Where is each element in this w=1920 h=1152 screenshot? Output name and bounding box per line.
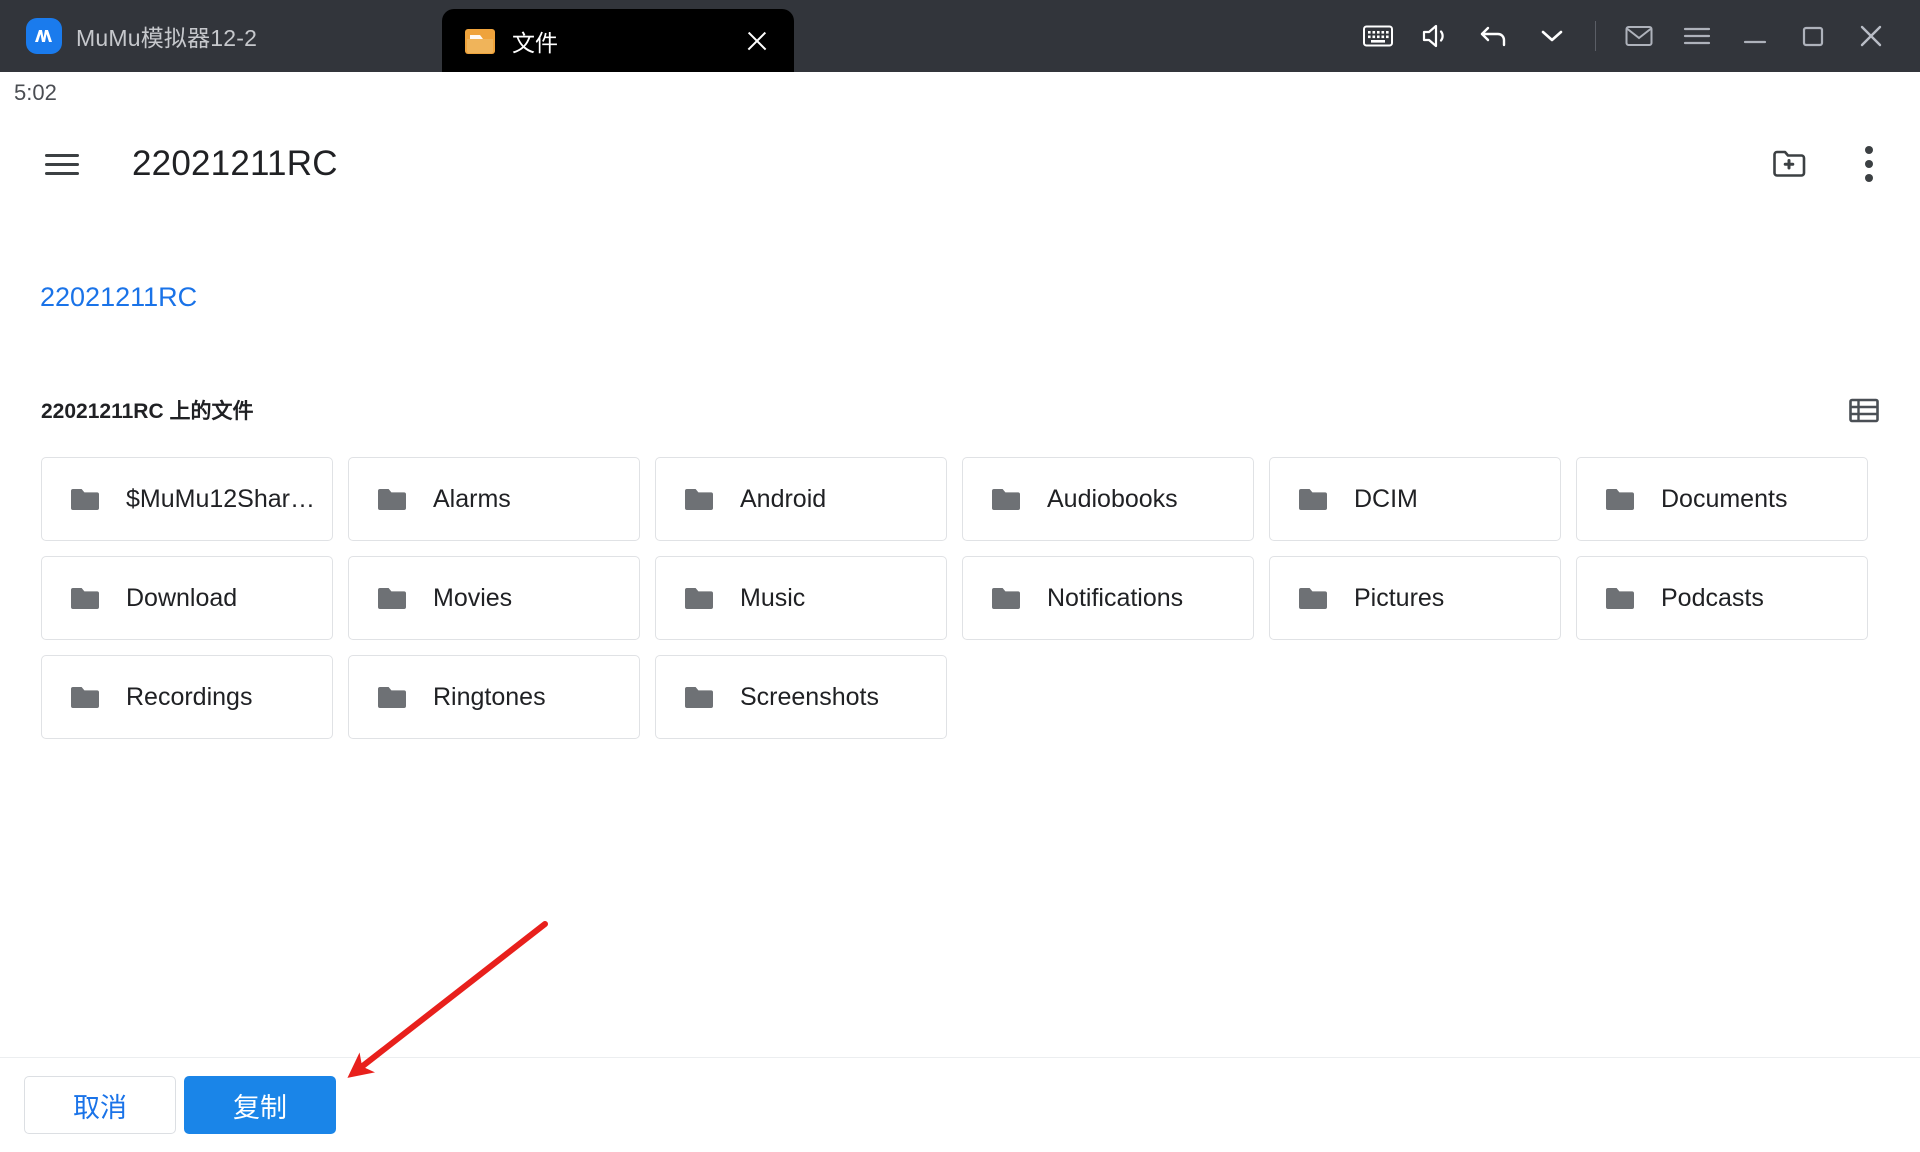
folder-icon bbox=[1605, 586, 1635, 611]
folder-card[interactable]: Android bbox=[655, 457, 947, 541]
folder-label: Documents bbox=[1661, 484, 1788, 513]
folder-icon bbox=[70, 685, 100, 710]
files-appbar: 22021211RC bbox=[0, 114, 1920, 214]
folder-label: Recordings bbox=[126, 682, 253, 711]
folder-label: Alarms bbox=[433, 484, 511, 513]
folder-add-icon[interactable] bbox=[1760, 135, 1818, 193]
folder-card[interactable]: DCIM bbox=[1269, 457, 1561, 541]
folder-icon bbox=[991, 487, 1021, 512]
folder-label: Audiobooks bbox=[1047, 484, 1178, 513]
screen-root: MuMu模拟器12-2 文件 5:02 22021211RC 22021211R… bbox=[0, 0, 1920, 1152]
page-title: 22021211RC bbox=[132, 144, 338, 183]
kebab-dots bbox=[1865, 140, 1873, 188]
folder-card[interactable]: $MuMu12Shar… bbox=[41, 457, 333, 541]
emulator-app-title: MuMu模拟器12-2 bbox=[76, 25, 258, 51]
android-screen: 5:02 22021211RC 22021211RC 22021211RC 上的… bbox=[0, 72, 1920, 1152]
folder-card[interactable]: Recordings bbox=[41, 655, 333, 739]
chevron-down-icon[interactable] bbox=[1523, 7, 1581, 65]
folder-label: Notifications bbox=[1047, 583, 1184, 612]
hamburger-menu-icon[interactable] bbox=[34, 136, 90, 192]
back-icon[interactable] bbox=[1465, 7, 1523, 65]
folder-label: Music bbox=[740, 583, 806, 612]
folder-label: Ringtones bbox=[433, 682, 546, 711]
bottom-action-bar: 取消 复制 bbox=[0, 1057, 1920, 1152]
folder-card[interactable]: Documents bbox=[1576, 457, 1868, 541]
section-header: 22021211RC 上的文件 bbox=[0, 390, 1920, 430]
appbar-actions bbox=[1760, 114, 1898, 214]
folder-icon bbox=[684, 685, 714, 710]
status-time: 5:02 bbox=[14, 80, 57, 105]
android-statusbar: 5:02 bbox=[0, 72, 1920, 114]
kebab-menu-icon[interactable] bbox=[1840, 135, 1898, 193]
folder-icon bbox=[377, 685, 407, 710]
list-view-icon[interactable] bbox=[1844, 390, 1884, 430]
folder-card[interactable]: Screenshots bbox=[655, 655, 947, 739]
mail-icon[interactable] bbox=[1610, 7, 1668, 65]
folder-card[interactable]: Download bbox=[41, 556, 333, 640]
emulator-brand: MuMu模拟器12-2 bbox=[0, 0, 257, 72]
keyboard-icon[interactable] bbox=[1349, 7, 1407, 65]
minimize-icon[interactable] bbox=[1726, 7, 1784, 65]
cancel-button[interactable]: 取消 bbox=[24, 1076, 176, 1134]
maximize-icon[interactable] bbox=[1784, 7, 1842, 65]
copy-button[interactable]: 复制 bbox=[184, 1076, 336, 1134]
folder-label: Podcasts bbox=[1661, 583, 1764, 612]
folder-label: Download bbox=[126, 583, 238, 612]
folder-card[interactable]: Ringtones bbox=[348, 655, 640, 739]
folder-card[interactable]: Music bbox=[655, 556, 947, 640]
folder-card[interactable]: Movies bbox=[348, 556, 640, 640]
toolbar-divider bbox=[1595, 21, 1596, 51]
section-label: 22021211RC 上的文件 bbox=[41, 400, 254, 423]
folder-icon bbox=[1605, 487, 1635, 512]
folder-grid: $MuMu12Shar… Alarms Android Audiobooks D… bbox=[41, 457, 1881, 739]
emulator-toolbar bbox=[1349, 0, 1900, 72]
folder-card[interactable]: Audiobooks bbox=[962, 457, 1254, 541]
folder-icon bbox=[377, 586, 407, 611]
volume-icon[interactable] bbox=[1407, 7, 1465, 65]
folder-label: $MuMu12Shar… bbox=[126, 484, 315, 513]
folder-icon bbox=[684, 487, 714, 512]
window-close-icon[interactable] bbox=[1842, 7, 1900, 65]
folder-icon bbox=[70, 487, 100, 512]
folder-icon bbox=[1298, 586, 1328, 611]
folder-card[interactable]: Podcasts bbox=[1576, 556, 1868, 640]
tab-files[interactable]: 文件 bbox=[442, 9, 794, 72]
folder-label: Android bbox=[740, 484, 827, 513]
folder-icon bbox=[70, 586, 100, 611]
folder-label: Screenshots bbox=[740, 682, 879, 711]
folder-icon bbox=[991, 586, 1021, 611]
folder-label: Pictures bbox=[1354, 583, 1445, 612]
menu-icon[interactable] bbox=[1668, 7, 1726, 65]
folder-icon bbox=[1298, 487, 1328, 512]
hamburger-lines bbox=[45, 148, 79, 181]
folder-card[interactable]: Pictures bbox=[1269, 556, 1561, 640]
tab-label: 文件 bbox=[512, 29, 558, 56]
emulator-titlebar: MuMu模拟器12-2 文件 bbox=[0, 0, 1920, 72]
breadcrumb[interactable]: 22021211RC bbox=[40, 282, 197, 313]
close-icon[interactable] bbox=[742, 26, 772, 56]
folder-label: DCIM bbox=[1354, 484, 1418, 513]
folder-card[interactable]: Notifications bbox=[962, 556, 1254, 640]
mumu-logo-icon bbox=[26, 18, 62, 54]
folder-card[interactable]: Alarms bbox=[348, 457, 640, 541]
folder-icon bbox=[684, 586, 714, 611]
folder-label: Movies bbox=[433, 583, 513, 612]
folder-icon bbox=[464, 27, 496, 55]
folder-icon bbox=[377, 487, 407, 512]
